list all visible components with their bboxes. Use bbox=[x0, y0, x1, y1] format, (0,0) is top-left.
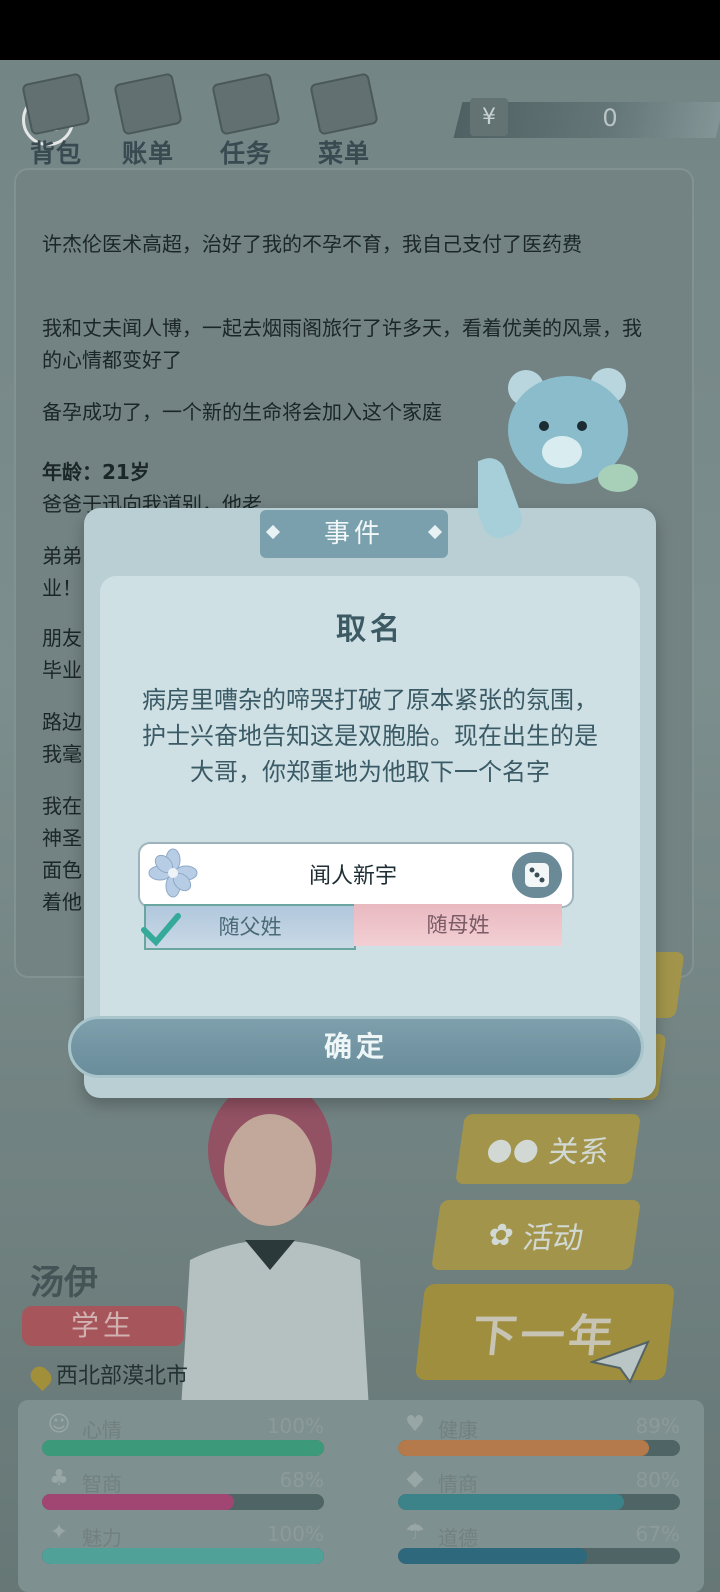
surname-mother-option[interactable]: 随母姓 bbox=[354, 904, 562, 946]
modal-header-label: 事件 bbox=[323, 519, 384, 549]
diamond-icon bbox=[427, 524, 443, 540]
flower-icon bbox=[148, 848, 198, 898]
diamond-icon bbox=[265, 524, 281, 540]
checkmark-icon bbox=[141, 913, 181, 947]
confirm-button[interactable]: 确定 bbox=[68, 1016, 644, 1078]
modal-header: 事件 bbox=[260, 510, 448, 558]
event-modal-body bbox=[100, 576, 640, 1056]
modal-title: 取名 bbox=[336, 612, 404, 647]
dice-button[interactable] bbox=[512, 852, 562, 898]
teddy-bear-icon bbox=[478, 368, 638, 538]
modal-description: 病房里嘈杂的啼哭打破了原本紧张的氛围，护士兴奋地告知这是双胞胎。现在出生的是大哥… bbox=[142, 686, 598, 786]
status-bar bbox=[0, 0, 720, 60]
dice-icon bbox=[525, 863, 549, 887]
name-value: 闻人新宇 bbox=[308, 864, 397, 889]
